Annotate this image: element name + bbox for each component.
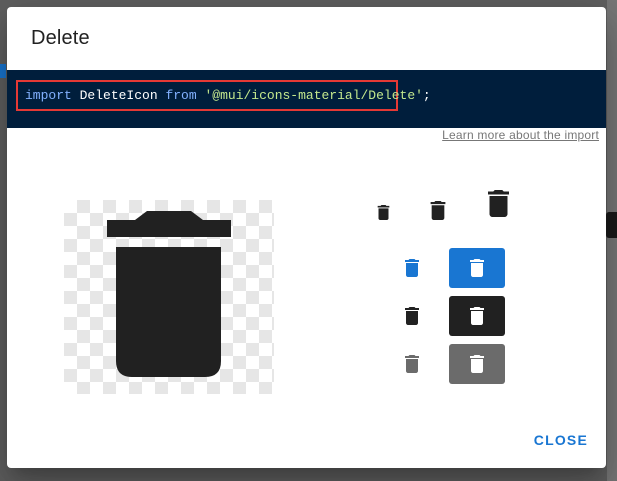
import-statement[interactable]: import DeleteIcon from '@mui/icons-mater… [16,80,431,111]
dialog-title: Delete [31,27,90,49]
background-fragment [606,212,617,238]
background-fragment [0,64,6,78]
dark-icon-swatch [449,296,505,336]
delete-icon [405,307,419,325]
code-identifier: DeleteIcon [79,88,158,103]
import-code-block[interactable]: import DeleteIcon from '@mui/icons-mater… [7,70,606,128]
delete-icon [107,211,231,377]
icon-dialog: Delete import DeleteIcon from '@mui/icon… [7,7,606,468]
delete-icon [470,259,484,277]
code-module-string: '@mui/icons-material/Delete' [204,88,423,103]
code-import-keyword: import [25,88,72,103]
delete-icon [430,201,446,220]
code-from-keyword: from [165,88,197,103]
delete-icon [470,307,484,325]
delete-icon [470,355,484,373]
delete-icon [377,205,390,220]
primary-icon-swatch [449,248,505,288]
learn-more-link[interactable]: Learn more about the import [442,128,599,142]
code-semicolon: ; [422,88,431,103]
background-page [607,0,617,481]
close-button[interactable]: CLOSE [534,428,588,452]
delete-icon [405,355,419,373]
delete-icon [488,190,509,217]
grey-icon-swatch [449,344,505,384]
delete-icon [405,259,419,277]
